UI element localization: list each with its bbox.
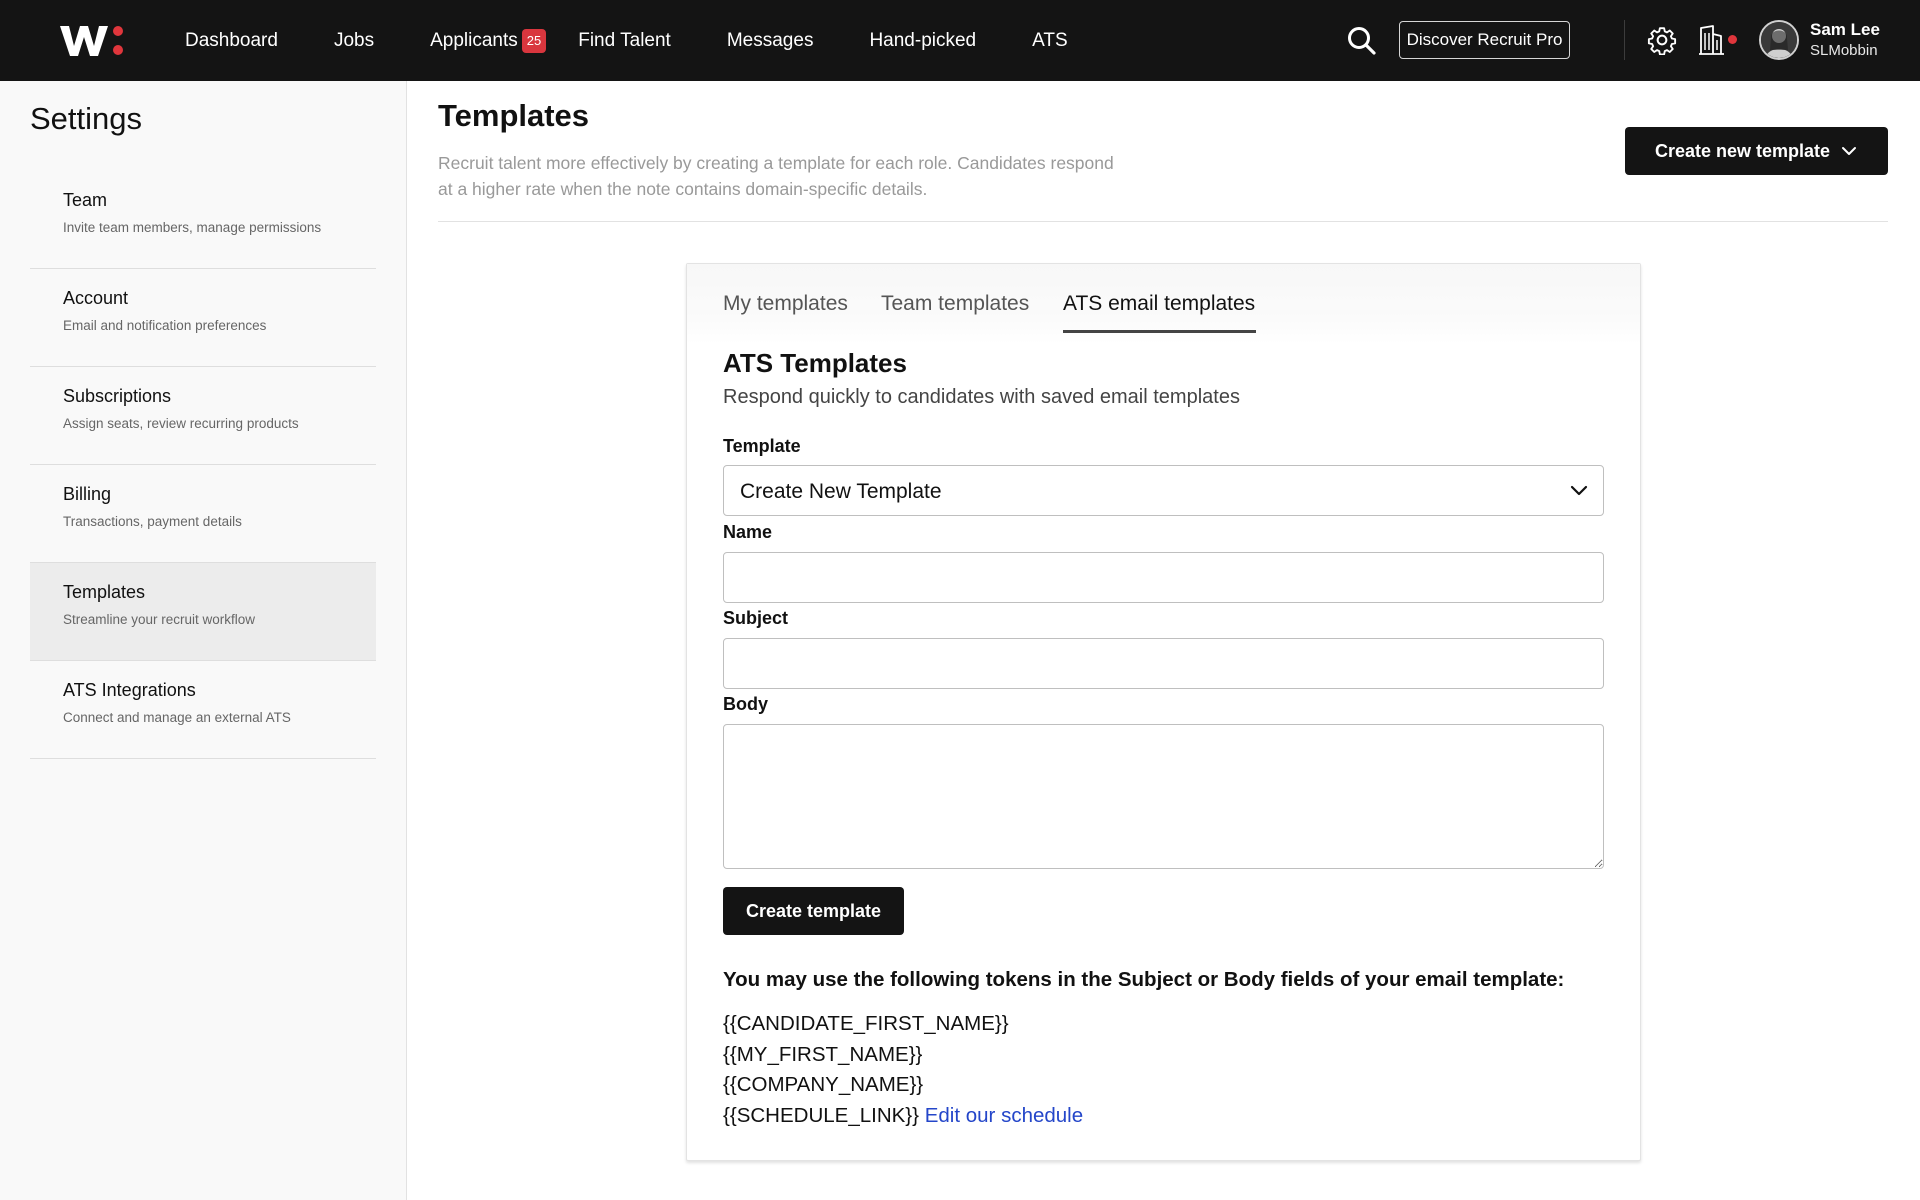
- token-list: {{CANDIDATE_FIRST_NAME}} {{MY_FIRST_NAME…: [723, 1009, 1083, 1131]
- chevron-down-icon: [1842, 147, 1857, 155]
- template-tabs: My templates Team templates ATS email te…: [687, 264, 1640, 344]
- nav-applicants-label: Applicants: [430, 29, 518, 51]
- search-icon[interactable]: [1345, 24, 1385, 58]
- nav-divider: [1624, 20, 1625, 60]
- nav-actions: Discover Recruit Pro Sam Lee SLMobbin: [1345, 0, 1905, 81]
- sidebar-item-description: Email and notification preferences: [63, 318, 267, 333]
- create-new-template-label: Create new template: [1654, 140, 1831, 161]
- user-name[interactable]: Sam Lee: [1810, 20, 1880, 40]
- subject-field-label: Subject: [723, 608, 789, 628]
- settings-menu: Team Invite team members, manage permiss…: [30, 171, 376, 759]
- subject-field[interactable]: [723, 638, 1604, 689]
- sidebar-item-description: Streamline your recruit workflow: [63, 612, 256, 627]
- main-nav: Dashboard Jobs Applicants 25 Find Talent…: [185, 0, 1124, 81]
- nav-applicants[interactable]: Applicants 25: [430, 28, 547, 53]
- name-field[interactable]: [723, 552, 1604, 603]
- discover-recruit-pro-button[interactable]: Discover Recruit Pro: [1399, 21, 1570, 59]
- name-field-label: Name: [723, 522, 773, 542]
- nav-messages[interactable]: Messages: [727, 30, 814, 52]
- chevron-down-icon: [1570, 485, 1588, 496]
- sidebar-item-description: Transactions, payment details: [63, 514, 242, 529]
- nav-dashboard[interactable]: Dashboard: [185, 30, 278, 52]
- sidebar-title: Settings: [30, 101, 143, 136]
- sidebar-item-label: Templates: [63, 582, 146, 602]
- tab-team-templates[interactable]: Team templates: [881, 292, 1029, 316]
- sidebar-item-label: Account: [63, 288, 129, 308]
- sidebar-item-label: ATS Integrations: [63, 680, 196, 700]
- page-description: Recruit talent more effectively by creat…: [438, 153, 1114, 199]
- tab-my-templates[interactable]: My templates: [723, 292, 848, 316]
- nav-jobs-label: Jobs: [333, 29, 375, 51]
- sidebar-item-label: Team: [63, 190, 108, 210]
- section-title: ATS Templates: [723, 348, 907, 378]
- template-field-label: Template: [723, 436, 801, 456]
- section-subtitle: Respond quickly to candidates with saved…: [723, 386, 1240, 408]
- sidebar-item-billing[interactable]: Billing Transactions, payment details: [30, 465, 376, 563]
- nav-find-talent-label: Find Talent: [578, 29, 671, 51]
- sidebar-item-subscriptions[interactable]: Subscriptions Assign seats, review recur…: [30, 367, 376, 465]
- token-my-first-name: {{MY_FIRST_NAME}}: [723, 1042, 923, 1066]
- nav-jobs[interactable]: Jobs: [334, 30, 374, 52]
- sidebar-item-description: Invite team members, manage permissions: [63, 220, 322, 235]
- sidebar-item-ats-integrations[interactable]: ATS Integrations Connect and manage an e…: [30, 661, 376, 759]
- avatar[interactable]: [1759, 20, 1799, 60]
- body-field-label: Body: [723, 694, 768, 714]
- user-handle[interactable]: SLMobbin: [1810, 42, 1878, 59]
- nav-hand-picked[interactable]: Hand-picked: [869, 30, 976, 52]
- sidebar-item-description: Connect and manage an external ATS: [63, 710, 291, 725]
- page-title: Templates: [438, 98, 590, 133]
- sidebar-item-description: Assign seats, review recurring products: [63, 416, 299, 431]
- token-schedule-link: {{SCHEDULE_LINK}}: [723, 1103, 920, 1127]
- create-template-button[interactable]: Create template: [723, 887, 904, 935]
- logo[interactable]: [60, 22, 130, 58]
- token-candidate-first-name: {{CANDIDATE_FIRST_NAME}}: [723, 1012, 1009, 1035]
- settings-sidebar: Settings Team Invite team members, manag…: [0, 81, 407, 1200]
- nav-hand-picked-label: Hand-picked: [869, 29, 977, 51]
- sidebar-item-templates[interactable]: Templates Streamline your recruit workfl…: [30, 563, 376, 661]
- nav-dashboard-label: Dashboard: [185, 29, 278, 51]
- sidebar-item-account[interactable]: Account Email and notification preferenc…: [30, 269, 376, 367]
- applicants-count-badge: 25: [521, 28, 547, 53]
- nav-ats-label: ATS: [1032, 29, 1068, 51]
- tokens-heading: You may use the following tokens in the …: [723, 968, 1565, 991]
- template-select-value: Create New Template: [740, 480, 942, 503]
- template-select[interactable]: Create New Template: [723, 465, 1604, 516]
- tab-ats-email-templates[interactable]: ATS email templates: [1063, 292, 1255, 316]
- header-divider: [438, 221, 1888, 222]
- token-schedule-link-row: {{SCHEDULE_LINK}} Edit our schedule: [723, 1101, 1083, 1132]
- sidebar-item-label: Billing: [63, 484, 112, 504]
- gear-icon[interactable]: [1647, 25, 1677, 56]
- sidebar-item-label: Subscriptions: [63, 386, 172, 406]
- active-tab-indicator: [1063, 330, 1256, 333]
- create-new-template-button[interactable]: Create new template: [1625, 127, 1888, 175]
- notification-dot: [1728, 35, 1737, 44]
- nav-find-talent[interactable]: Find Talent: [578, 30, 671, 52]
- token-company-name: {{COMPANY_NAME}}: [723, 1073, 924, 1096]
- top-nav: Dashboard Jobs Applicants 25 Find Talent…: [0, 0, 1920, 81]
- nav-messages-label: Messages: [726, 29, 814, 51]
- templates-card: My templates Team templates ATS email te…: [686, 263, 1641, 1161]
- edit-schedule-link[interactable]: Edit our schedule: [925, 1104, 1083, 1127]
- sidebar-item-team[interactable]: Team Invite team members, manage permiss…: [30, 171, 376, 269]
- body-field[interactable]: [723, 724, 1604, 869]
- nav-ats[interactable]: ATS: [1032, 30, 1068, 52]
